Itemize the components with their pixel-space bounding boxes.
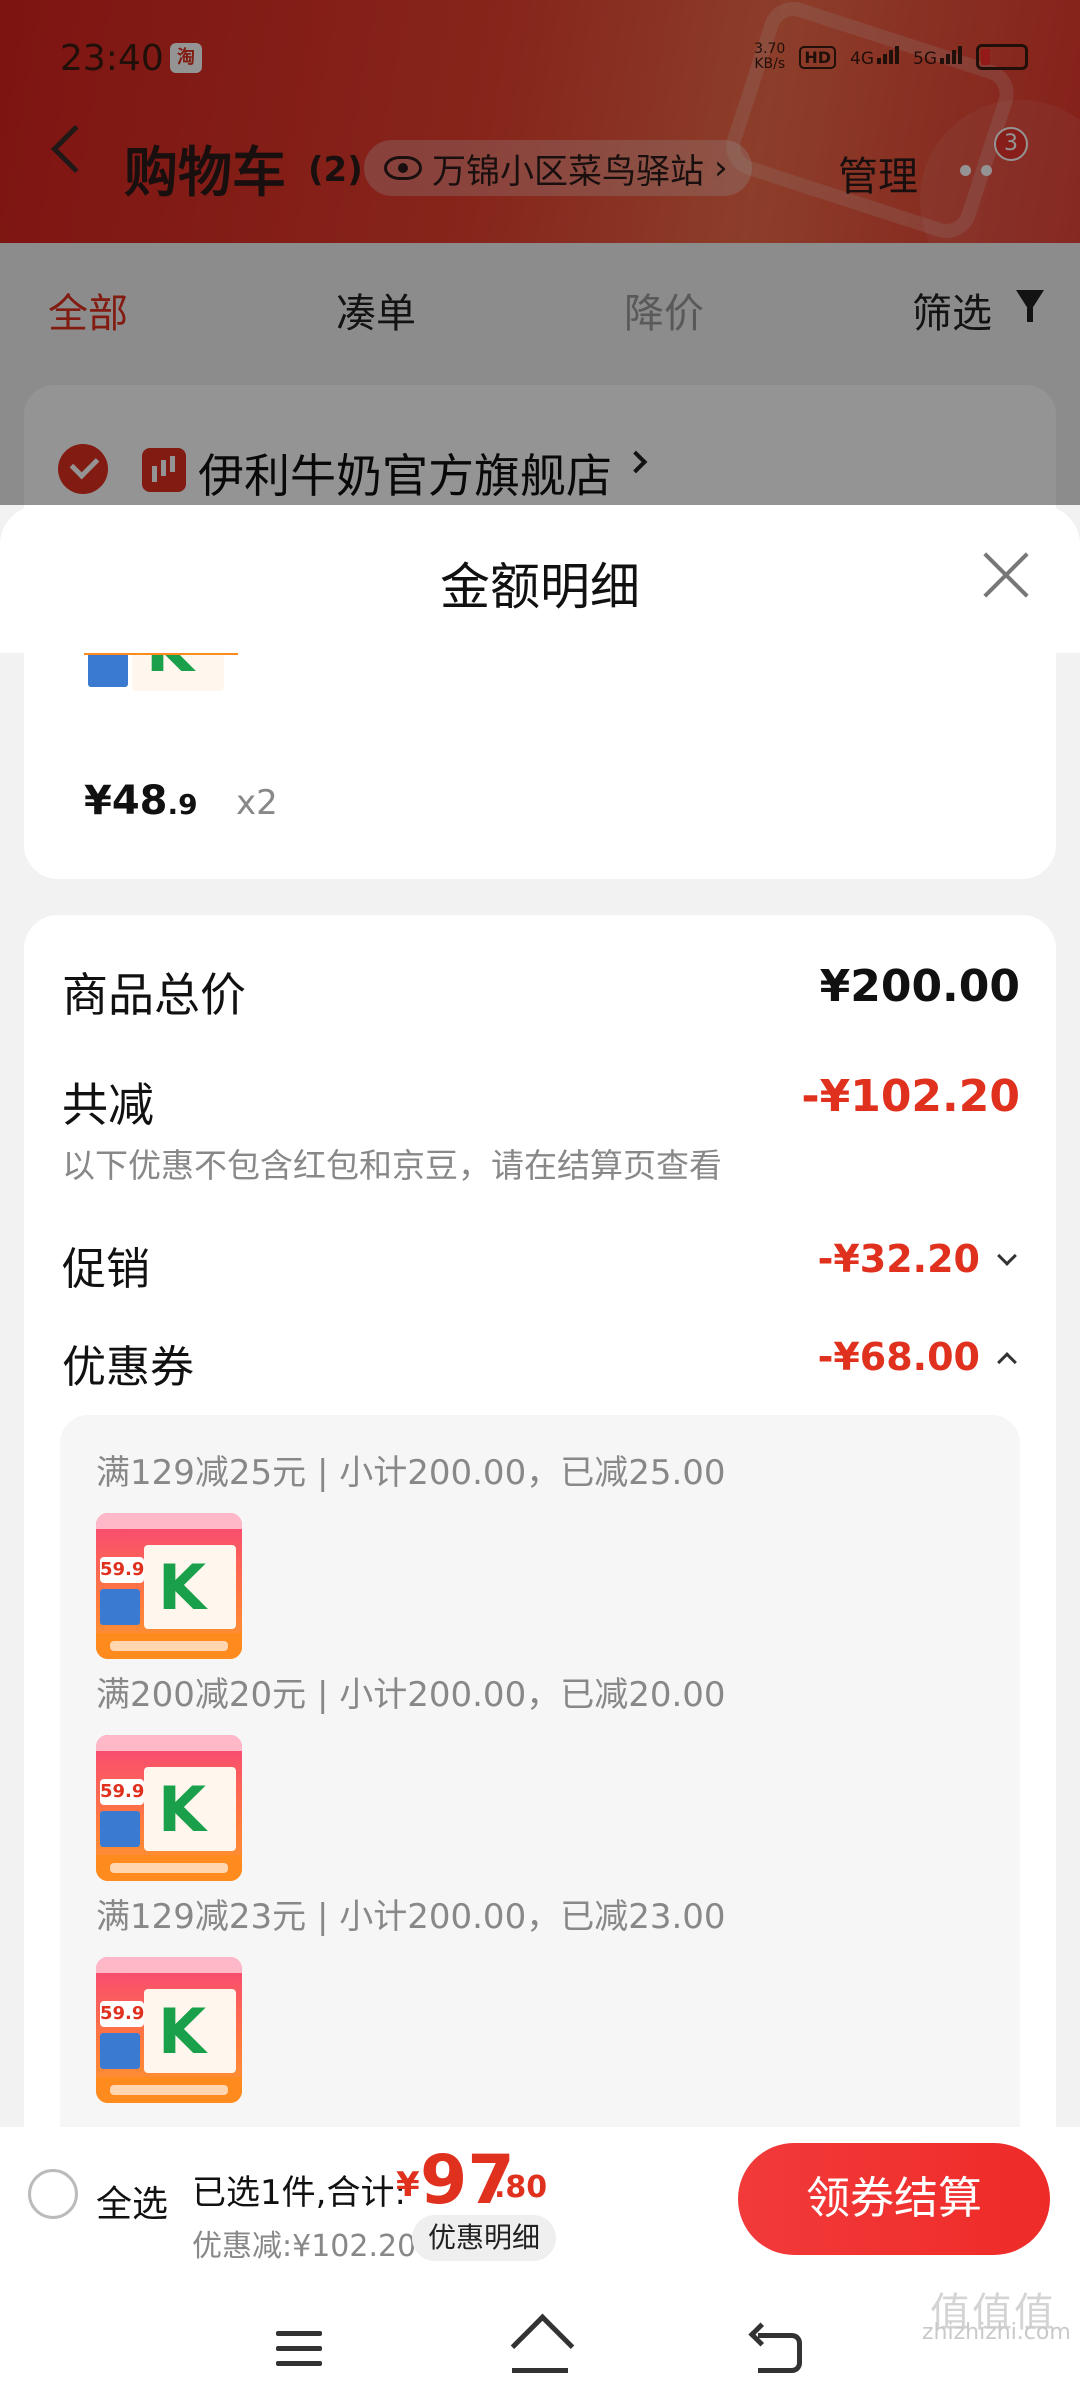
item-card: K ¥48.9 x2 xyxy=(24,653,1056,879)
system-nav-bar xyxy=(0,2271,1080,2400)
close-icon[interactable] xyxy=(978,547,1034,603)
total-currency: ¥ xyxy=(396,2165,420,2205)
thumb-price-tag: 59.9 xyxy=(100,2001,144,2027)
thumb-price-tag: 59.9 xyxy=(100,1779,144,1805)
coupon-list: 满129减25元 | 小计200.00，已减25.00 59.9 K 满200减2… xyxy=(60,1415,1020,2127)
reduce-note: 以下优惠不包含红包和京豆，请在结算页查看 xyxy=(62,1146,722,1185)
coupon-value[interactable]: -¥68.00 xyxy=(818,1335,980,1379)
total-amount-dec: .80 xyxy=(494,2170,548,2205)
total-price-value: ¥200.00 xyxy=(819,961,1020,1012)
item-price: ¥48.9 xyxy=(84,778,198,824)
sheet-header: 金额明细 xyxy=(0,505,1080,653)
product-thumbnail[interactable]: K xyxy=(84,653,238,721)
coupon-product-thumbnail[interactable]: 59.9 K xyxy=(96,1513,242,1659)
coupon-description: 满200减20元 | 小计200.00，已减20.00 xyxy=(96,1675,726,1715)
reduce-label: 共减 xyxy=(62,1078,154,1132)
coupon-description: 满129减25元 | 小计200.00，已减25.00 xyxy=(96,1453,726,1493)
dim-overlay[interactable] xyxy=(0,0,1080,505)
total-price-label: 商品总价 xyxy=(62,968,246,1022)
home-icon[interactable] xyxy=(512,2333,568,2373)
promo-value[interactable]: -¥32.20 xyxy=(818,1237,980,1281)
summary-card: 商品总价 ¥200.00 共减 -¥102.20 以下优惠不包含红包和京豆，请在… xyxy=(24,915,1056,2127)
thumb-price-tag: 59.9 xyxy=(100,1557,144,1583)
coupon-product-thumbnail[interactable]: 59.9 K xyxy=(96,1957,242,2103)
coupon-label[interactable]: 优惠券 xyxy=(62,1331,194,1395)
discount-detail-button[interactable]: 优惠明细 xyxy=(412,2215,557,2261)
item-quantity: x2 xyxy=(236,783,278,823)
watermark-text: zhizhizhi.com xyxy=(922,2320,1071,2345)
promo-label[interactable]: 促销 xyxy=(62,1233,150,1297)
price-symbol: ¥ xyxy=(84,778,112,824)
coupon-description: 满129减23元 | 小计200.00，已减23.00 xyxy=(96,1897,726,1937)
selected-info: 已选1件,合计: xyxy=(192,2173,406,2213)
checkout-bar: 全选 已选1件,合计: ¥ 97 .80 优惠减:¥102.20 优惠明细 领券… xyxy=(0,2127,1080,2271)
checkout-button[interactable]: 领券结算 xyxy=(738,2143,1050,2255)
amount-detail-sheet: 金额明细 K ¥48.9 x2 商品总价 ¥200.00 共减 -¥102.20… xyxy=(0,505,1080,2127)
price-int: 48 xyxy=(111,778,168,824)
menu-icon[interactable] xyxy=(276,2331,322,2367)
chevron-up-icon[interactable] xyxy=(997,1352,1017,1372)
chevron-down-icon[interactable] xyxy=(997,1246,1017,1266)
sheet-title: 金额明细 xyxy=(440,558,640,616)
discount-amount: 优惠减:¥102.20 xyxy=(192,2229,417,2264)
price-dec: .9 xyxy=(167,788,198,821)
select-all-radio[interactable] xyxy=(28,2169,78,2219)
reduce-value: -¥102.20 xyxy=(801,1071,1020,1122)
select-all-label[interactable]: 全选 xyxy=(96,2175,168,2227)
coupon-product-thumbnail[interactable]: 59.9 K xyxy=(96,1735,242,1881)
back-icon[interactable] xyxy=(758,2333,802,2373)
